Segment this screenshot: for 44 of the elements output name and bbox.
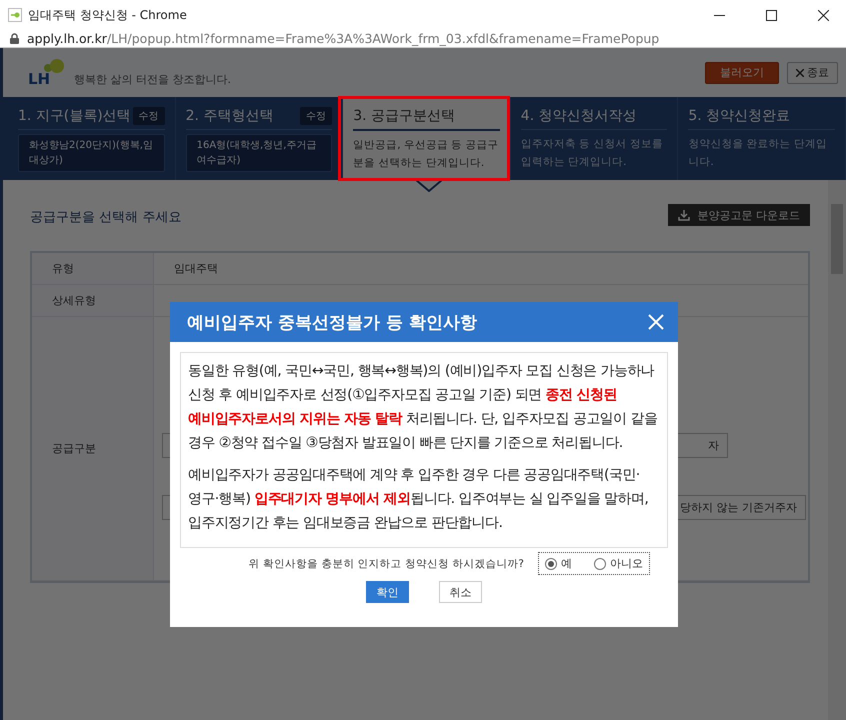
row-label: 상세유형	[32, 285, 154, 317]
download-icon	[678, 210, 690, 220]
dialog-title: 예비입주자 중복선정불가 등 확인사항	[187, 312, 477, 334]
step-title: 3. 공급구분선택	[353, 107, 455, 125]
x-icon	[796, 68, 804, 76]
radio-button[interactable]	[594, 558, 606, 570]
step-tab[interactable]: 2. 주택형선택 수정 16A형(대학생,청년,주거급여수급자)	[176, 97, 344, 180]
load-button[interactable]: 불러오기	[705, 62, 779, 84]
row-value: 임대주택	[154, 253, 808, 285]
close-icon[interactable]	[818, 10, 828, 20]
step-title: 1. 지구(블록)선택	[18, 107, 131, 125]
row-label: 유형	[32, 253, 154, 285]
step-description: 입주자저축 등 신청서 정보를 입력하는 단계입니다.	[520, 137, 664, 170]
exit-button[interactable]: 종료	[787, 62, 838, 84]
notice-paragraph: 예비입주자가 공공임대주택에 계약 후 입주한 경우 다른 공공임대주택(국민·영구·행복) 입주대기자 명부에서 제외됩니다. 입주여부는 실 입주일을 말하며, 입주지정기간 후는 임대보증금 완납으로 판단합니다.	[188, 466, 650, 533]
maximize-icon[interactable]	[766, 10, 776, 20]
scrollbar[interactable]	[828, 180, 846, 720]
step-description: 청약신청을 완료하는 단계입니다.	[688, 137, 828, 170]
notice-paragraph: 동일한 유형(예, 국민↔국민, 행복↔행복)의 (예비)입주자 모집 신청은 가능하나 신청 후 예비입주자로 선정(①입주자모집 공고일 기준) 되면 종전 신청된 예비입주자로서의 지위는 자동 탈락 처리됩니다. 단, 입주자모집 공고일이 같을 경우 ②청약 접수일 ③당첨자 발표일이 빠른 단지를 기준으로 처리됩니다.	[188, 362, 658, 453]
address-bar[interactable]: apply.lh.or.kr/LH/popup.html?formname=Frame%3A%3AWork_frm_03.xfdl&framename=FramePopup	[0, 30, 846, 48]
selection-summary: 화성향남2(20단지)(행복,임대상가)	[18, 134, 165, 172]
selection-summary: 16A형(대학생,청년,주거급여수급자)	[186, 134, 332, 172]
radio-option[interactable]: 아니오	[594, 556, 643, 571]
download-button[interactable]: 분양공고문 다운로드	[668, 204, 810, 226]
confirm-question: 위 확인사항을 충분히 인지하고 청약신청 하시겠습니까?	[248, 556, 524, 570]
window-title: 임대주택 청약신청 - Chrome	[28, 6, 187, 24]
step-tab[interactable]: 3. 공급구분선택 일반공급, 우선공급 등 공급구분을 선택하는 단계입니다.	[343, 97, 511, 180]
confirm-button[interactable]: 확인	[366, 581, 409, 603]
radio-option[interactable]: 예	[545, 556, 572, 571]
step-title: 5. 청약신청완료	[688, 107, 790, 125]
step-title: 4. 청약신청서작성	[520, 107, 637, 125]
row-label: 공급구분	[32, 317, 154, 581]
section-title: 공급구분을 선택해 주세요	[30, 209, 182, 226]
slogan: 행복한 삶의 터전을 창조합니다.	[74, 72, 231, 88]
step-tab[interactable]: 1. 지구(블록)선택 수정 화성향남2(20단지)(행복,임대상가)	[8, 97, 176, 180]
step-description: 일반공급, 우선공급 등 공급구분을 선택하는 단계입니다.	[353, 138, 500, 171]
edit-badge[interactable]: 수정	[300, 107, 332, 125]
step-title: 2. 주택형선택	[186, 107, 274, 125]
radio-button[interactable]	[545, 558, 557, 570]
edit-badge[interactable]: 수정	[132, 107, 165, 125]
lock-icon	[10, 33, 19, 44]
page-icon	[8, 8, 22, 22]
logo: LH	[28, 58, 66, 88]
cancel-button[interactable]: 취소	[439, 581, 482, 603]
